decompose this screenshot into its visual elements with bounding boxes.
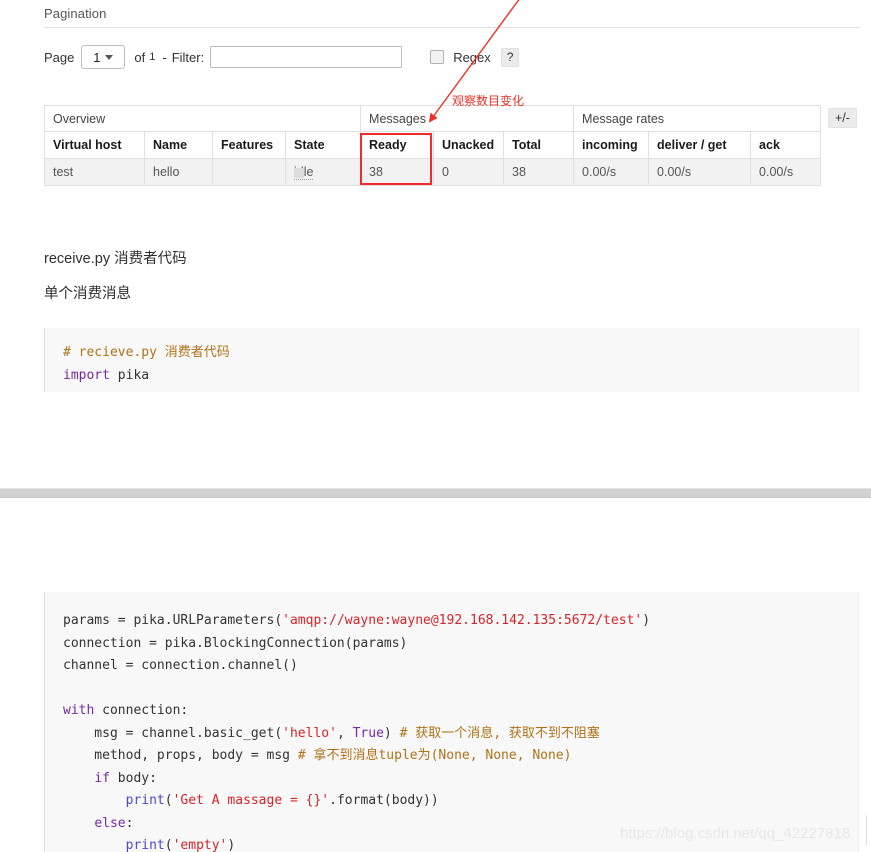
heading-single-consume: 单个消费消息 (44, 286, 131, 302)
code-token: ) (227, 838, 236, 852)
code-token: print (125, 793, 165, 808)
page-number-value: 1 (93, 49, 101, 65)
toggle-columns-button[interactable]: +/- (828, 108, 857, 128)
code-token: channel = connection.channel() (63, 658, 298, 673)
code-token: ( (164, 838, 173, 852)
cell-queue-name[interactable]: hello (144, 158, 213, 186)
code-line: with connection: (63, 700, 858, 723)
code-token: True (352, 725, 384, 741)
column-header-features[interactable]: Features (212, 131, 286, 159)
table-group-header-row: Overview Messages Message rates (43, 105, 822, 132)
cell-total: 38 (503, 158, 575, 186)
column-header-incoming[interactable]: incoming (573, 131, 650, 159)
table-header-row: Virtual host Name Features State Ready U… (44, 131, 822, 159)
column-header-deliver-get[interactable]: deliver / get (648, 131, 752, 159)
annotation-text-label: 观察数目变化 (452, 94, 525, 108)
pagination-section: Pagination Page 1 of 1 - Filter: Regex ? (44, 6, 860, 70)
cell-ack: 0.00/s (750, 158, 822, 186)
code-line: # recieve.py 消费者代码 (63, 342, 858, 365)
filter-input[interactable] (210, 46, 403, 68)
filter-label: Filter: (171, 49, 205, 65)
group-header-overview: Overview (43, 105, 362, 132)
code-token: 'empty' (172, 838, 228, 852)
code-token: 'amqp://wayne:wayne@192.168.142.135:5672… (282, 613, 643, 628)
page-number-select[interactable]: 1 (81, 45, 126, 69)
code-line: if body: (63, 768, 858, 791)
code-line: print('Get A massage = {}'.format(body)) (63, 790, 858, 813)
code-token: body: (109, 770, 157, 786)
cell-incoming: 0.00/s (573, 158, 650, 186)
code-token: print (125, 838, 165, 852)
code-token: , (336, 725, 353, 741)
cell-deliver-get: 0.00/s (648, 158, 752, 186)
code-token: 'Get A massage = {}' (172, 793, 330, 808)
code-token: .format(body)) (329, 793, 439, 808)
code-line: import pika (63, 365, 858, 388)
code-token: import (63, 367, 110, 383)
section-divider (0, 488, 871, 498)
column-header-unacked[interactable]: Unacked (433, 131, 505, 159)
code-line: method, props, body = msg # 拿不到消息tuple为(… (63, 745, 858, 768)
code-token: connection = pika.BlockingConnection(par… (63, 635, 408, 651)
code-token: # 拿不到消息tuple为(None, None, None) (297, 748, 572, 763)
code-token: method, props, body = msg (63, 748, 298, 763)
column-header-virtual-host[interactable]: Virtual host (44, 131, 145, 159)
help-button[interactable]: ? (500, 47, 520, 67)
queues-table: Overview Messages Message rates Virtual … (43, 105, 822, 186)
heading-receive-py: receive.py 消费者代码 (44, 251, 187, 267)
code-block-import: # recieve.py 消费者代码 import pika (44, 328, 859, 392)
code-token: else (94, 815, 126, 831)
code-token: ) (642, 613, 651, 628)
chevron-down-icon (105, 54, 114, 60)
code-token: params = pika.URLParameters( (63, 613, 283, 628)
total-pages-value: 1 (149, 51, 156, 63)
of-label: of (134, 49, 146, 65)
code-line: params = pika.URLParameters('amqp://wayn… (63, 610, 858, 633)
scrollbar-tick (866, 815, 867, 845)
regex-checkbox[interactable] (430, 50, 445, 64)
state-indicator-icon (294, 168, 304, 178)
page-label: Page (44, 49, 75, 65)
code-token: ) (383, 725, 400, 741)
table-row[interactable]: test hello idle 38 0 38 0.00/s 0.00/s 0.… (44, 158, 822, 186)
code-token: if (94, 770, 110, 786)
code-token: ( (164, 793, 173, 808)
code-line: connection = pika.BlockingConnection(par… (63, 633, 858, 656)
code-token: 'hello' (282, 725, 337, 741)
regex-label: Regex (453, 49, 491, 65)
pagination-controls: Page 1 of 1 - Filter: Regex ? (44, 44, 860, 70)
column-header-total[interactable]: Total (503, 131, 575, 159)
group-header-messages: Messages (360, 105, 575, 132)
code-line: channel = connection.channel() (63, 655, 858, 678)
code-token: : (125, 815, 134, 831)
column-header-ack[interactable]: ack (750, 131, 822, 159)
group-header-message-rates: Message rates (573, 105, 822, 132)
column-header-name[interactable]: Name (144, 131, 213, 159)
cell-virtual-host: test (44, 158, 145, 186)
cell-unacked: 0 (433, 158, 505, 186)
code-token: connection: (94, 703, 189, 718)
column-header-state[interactable]: State (284, 131, 362, 159)
code-line: msg = channel.basic_get('hello', True) #… (63, 723, 858, 746)
code-token: # 获取一个消息, 获取不到不阻塞 (399, 725, 600, 741)
code-token: pika (109, 367, 150, 383)
code-block-consumer: params = pika.URLParameters('amqp://wayn… (44, 592, 859, 852)
cell-features (212, 158, 286, 186)
code-token: with (63, 703, 95, 718)
cell-state: idle (284, 158, 362, 186)
watermark-text: https://blog.csdn.net/qq_42227818 (620, 825, 851, 842)
code-token: msg = channel.basic_get( (63, 725, 283, 741)
code-token: # recieve.py 消费者代码 (63, 345, 230, 360)
pagination-title: Pagination (44, 6, 860, 28)
ready-column-highlight (360, 133, 432, 185)
separator-dash: - (162, 49, 167, 65)
